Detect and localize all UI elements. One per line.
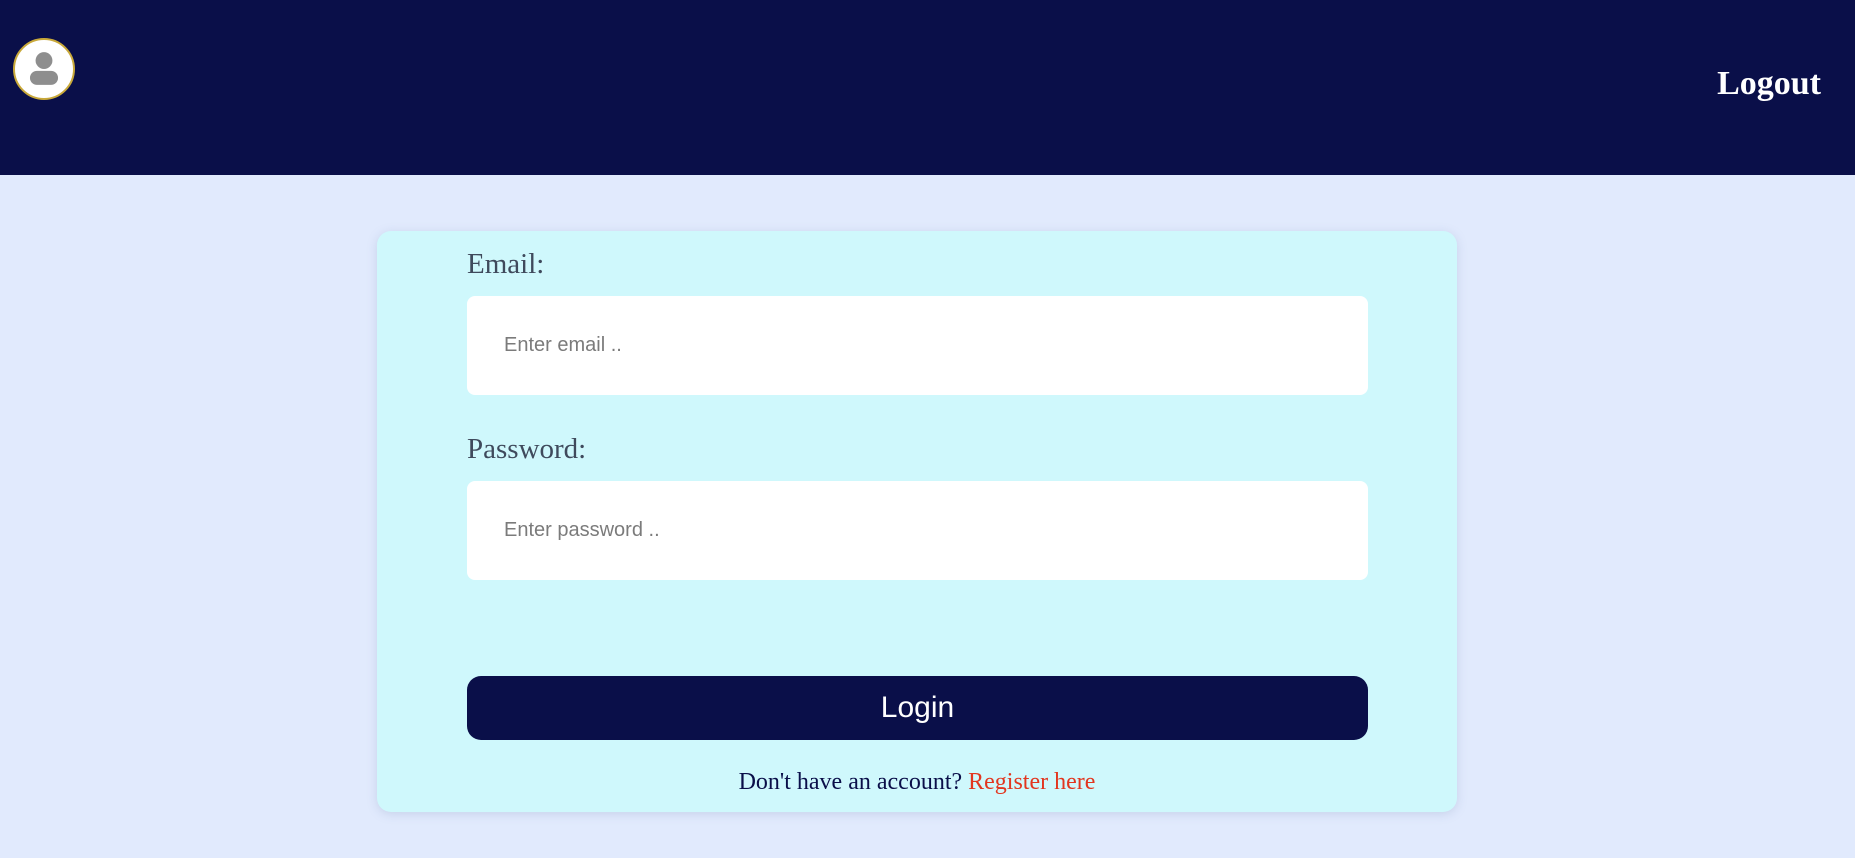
email-field[interactable] <box>467 296 1368 395</box>
register-prompt-text: Don't have an account? <box>738 769 963 795</box>
user-avatar-graphic <box>29 52 59 85</box>
password-field[interactable] <box>467 481 1368 580</box>
user-avatar-icon[interactable] <box>13 38 75 100</box>
register-link[interactable]: Register here <box>968 769 1095 795</box>
login-card: Email: Password: Login Don't have an acc… <box>377 231 1457 812</box>
password-label: Password: <box>467 433 587 465</box>
email-label: Email: <box>467 248 545 280</box>
login-button[interactable]: Login <box>467 676 1368 740</box>
top-header: Logout <box>0 0 1855 175</box>
register-prompt-line: Don't have an account? Register here <box>377 767 1457 797</box>
logout-link[interactable]: Logout <box>1717 62 1821 106</box>
